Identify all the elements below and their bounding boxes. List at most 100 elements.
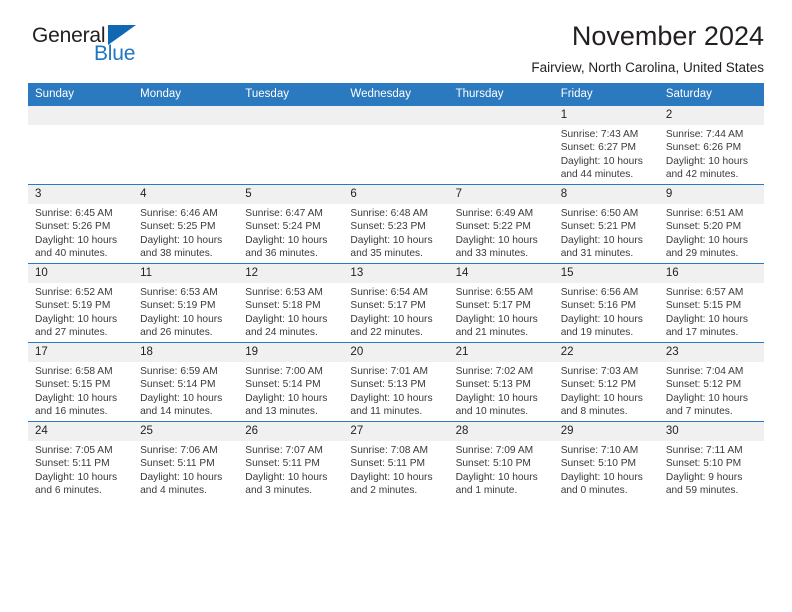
- day-number: 7: [448, 185, 554, 204]
- calendar-day-cell[interactable]: 16 Sunrise: 6:57 AM Sunset: 5:15 PM Dayligh…: [658, 263, 764, 343]
- daylight-text: Daylight: 10 hours and 31 minutes.: [560, 234, 643, 260]
- sunrise-text: Sunrise: 6:54 AM: [350, 287, 429, 298]
- weekday-header-row: Sunday Monday Tuesday Wednesday Thursday…: [28, 83, 764, 106]
- day-sun-info: Sunrise: 7:09 AM Sunset: 5:10 PM Daylight:…: [449, 441, 554, 498]
- title-block: November 2024 Fairview, North Carolina, …: [531, 22, 764, 76]
- calendar-day-cell[interactable]: 11 Sunrise: 6:53 AM Sunset: 5:19 PM Dayligh…: [133, 263, 239, 343]
- calendar-week-row: 3 Sunrise: 6:45 AM Sunset: 5:26 PM Daylight…: [28, 184, 764, 264]
- calendar-day-cell[interactable]: 15 Sunrise: 6:56 AM Sunset: 5:16 PM Dayligh…: [553, 263, 659, 343]
- weekday-header-thursday: Thursday: [448, 83, 554, 106]
- sunset-text: Sunset: 6:26 PM: [665, 142, 742, 154]
- calendar-day-cell[interactable]: 14 Sunrise: 6:55 AM Sunset: 5:17 PM Dayligh…: [448, 263, 554, 343]
- calendar-day-cell[interactable]: 26 Sunrise: 7:07 AM Sunset: 5:11 PM Dayligh…: [238, 421, 344, 500]
- calendar-day-cell[interactable]: 8 Sunrise: 6:50 AM Sunset: 5:21 PM Daylight…: [553, 184, 659, 264]
- calendar-day-cell[interactable]: 4 Sunrise: 6:46 AM Sunset: 5:25 PM Daylight…: [133, 184, 239, 264]
- sunset-text: Sunset: 5:11 PM: [245, 458, 320, 470]
- calendar-day-cell[interactable]: 21 Sunrise: 7:02 AM Sunset: 5:13 PM Dayligh…: [448, 342, 554, 422]
- day-sun-info: Sunrise: 6:58 AM Sunset: 5:15 PM Daylight:…: [28, 362, 133, 419]
- day-sun-info: Sunrise: 7:02 AM Sunset: 5:13 PM Daylight:…: [449, 362, 554, 419]
- daylight-text: Daylight: 10 hours and 13 minutes.: [245, 392, 328, 418]
- sunset-text: Sunset: 5:21 PM: [560, 221, 637, 233]
- calendar-day-cell[interactable]: 13 Sunrise: 6:54 AM Sunset: 5:17 PM Dayligh…: [343, 263, 449, 343]
- weekday-header-friday: Friday: [553, 83, 659, 106]
- calendar-day-cell[interactable]: 3 Sunrise: 6:45 AM Sunset: 5:26 PM Daylight…: [28, 184, 134, 264]
- day-sun-info: Sunrise: 7:08 AM Sunset: 5:11 PM Daylight:…: [343, 441, 448, 498]
- calendar-day-cell[interactable]: 5 Sunrise: 6:47 AM Sunset: 5:24 PM Daylight…: [238, 184, 344, 264]
- calendar-week-row: 17 Sunrise: 6:58 AM Sunset: 5:15 PM Dayligh…: [28, 342, 764, 422]
- calendar-day-cell[interactable]: 22 Sunrise: 7:03 AM Sunset: 5:12 PM Dayligh…: [553, 342, 659, 422]
- sunrise-text: Sunrise: 7:11 AM: [665, 445, 743, 456]
- day-sun-info: Sunrise: 7:43 AM Sunset: 6:27 PM Daylight:…: [554, 125, 659, 182]
- brand-logo[interactable]: General Blue: [32, 24, 232, 72]
- calendar-day-cell[interactable]: 27 Sunrise: 7:08 AM Sunset: 5:11 PM Dayligh…: [343, 421, 449, 500]
- daylight-text: Daylight: 10 hours and 14 minutes.: [140, 392, 223, 418]
- calendar-cell-empty: [28, 105, 134, 185]
- calendar-day-cell[interactable]: 6 Sunrise: 6:48 AM Sunset: 5:23 PM Daylight…: [343, 184, 449, 264]
- day-number: 4: [133, 185, 239, 204]
- sunrise-text: Sunrise: 6:58 AM: [35, 366, 113, 377]
- sunrise-text: Sunrise: 6:59 AM: [140, 366, 218, 377]
- calendar-day-cell[interactable]: 18 Sunrise: 6:59 AM Sunset: 5:14 PM Dayligh…: [133, 342, 239, 422]
- calendar-day-cell[interactable]: 12 Sunrise: 6:53 AM Sunset: 5:18 PM Dayligh…: [238, 263, 344, 343]
- sunrise-text: Sunrise: 6:55 AM: [455, 287, 534, 298]
- weekday-header-tuesday: Tuesday: [238, 83, 344, 106]
- calendar-day-cell[interactable]: 23 Sunrise: 7:04 AM Sunset: 5:12 PM Dayligh…: [658, 342, 764, 422]
- day-sun-info: Sunrise: 7:05 AM Sunset: 5:11 PM Daylight:…: [28, 441, 133, 498]
- calendar-cell-empty: [343, 105, 449, 185]
- location-subtitle: Fairview, North Carolina, United States: [531, 60, 764, 76]
- sunset-text: Sunset: 5:25 PM: [140, 221, 216, 233]
- day-number: 24: [28, 422, 134, 441]
- sunrise-text: Sunrise: 6:52 AM: [35, 287, 113, 298]
- sunset-text: Sunset: 5:19 PM: [35, 300, 111, 312]
- calendar-day-cell[interactable]: 1 Sunrise: 7:43 AM Sunset: 6:27 PM Daylight…: [553, 105, 659, 185]
- sunrise-text: Sunrise: 6:50 AM: [560, 208, 639, 219]
- calendar-day-cell[interactable]: 28 Sunrise: 7:09 AM Sunset: 5:10 PM Dayligh…: [448, 421, 554, 500]
- daylight-text: Daylight: 10 hours and 2 minutes.: [350, 471, 433, 497]
- sunrise-text: Sunrise: 6:48 AM: [350, 208, 429, 219]
- day-sun-info: Sunrise: 6:53 AM Sunset: 5:18 PM Daylight:…: [238, 283, 343, 340]
- calendar-day-cell[interactable]: 2 Sunrise: 7:44 AM Sunset: 6:26 PM Daylight…: [658, 105, 764, 185]
- sunrise-text: Sunrise: 6:57 AM: [665, 287, 744, 298]
- sunset-text: Sunset: 5:11 PM: [35, 458, 110, 470]
- sunrise-text: Sunrise: 7:07 AM: [245, 445, 323, 456]
- sunset-text: Sunset: 5:18 PM: [245, 300, 321, 312]
- calendar-day-cell[interactable]: 17 Sunrise: 6:58 AM Sunset: 5:15 PM Dayligh…: [28, 342, 134, 422]
- day-number: [343, 106, 449, 125]
- calendar-day-cell[interactable]: 24 Sunrise: 7:05 AM Sunset: 5:11 PM Dayligh…: [28, 421, 134, 500]
- weekday-header-monday: Monday: [133, 83, 239, 106]
- sunrise-text: Sunrise: 7:06 AM: [140, 445, 218, 456]
- weekday-header-sunday: Sunday: [28, 83, 134, 106]
- sunset-text: Sunset: 5:10 PM: [455, 458, 531, 470]
- calendar-day-cell[interactable]: 9 Sunrise: 6:51 AM Sunset: 5:20 PM Daylight…: [658, 184, 764, 264]
- sunset-text: Sunset: 5:10 PM: [665, 458, 742, 470]
- day-sun-info: Sunrise: 7:00 AM Sunset: 5:14 PM Daylight:…: [238, 362, 343, 419]
- day-number: 29: [553, 422, 659, 441]
- calendar-day-cell[interactable]: 20 Sunrise: 7:01 AM Sunset: 5:13 PM Dayligh…: [343, 342, 449, 422]
- sunset-text: Sunset: 5:11 PM: [350, 458, 425, 470]
- day-number: 26: [238, 422, 344, 441]
- day-number: 15: [553, 264, 659, 283]
- daylight-text: Daylight: 10 hours and 22 minutes.: [350, 313, 433, 339]
- sunset-text: Sunset: 5:26 PM: [35, 221, 111, 233]
- calendar-page: General Blue November 2024 Fairview, Nor…: [0, 0, 792, 612]
- calendar-day-cell[interactable]: 19 Sunrise: 7:00 AM Sunset: 5:14 PM Dayligh…: [238, 342, 344, 422]
- daylight-text: Daylight: 9 hours and 59 minutes.: [665, 471, 743, 497]
- sunrise-text: Sunrise: 6:49 AM: [455, 208, 534, 219]
- calendar-day-cell[interactable]: 10 Sunrise: 6:52 AM Sunset: 5:19 PM Dayligh…: [28, 263, 134, 343]
- sunrise-text: Sunrise: 7:05 AM: [35, 445, 113, 456]
- day-sun-info: Sunrise: 6:46 AM Sunset: 5:25 PM Daylight:…: [133, 204, 238, 261]
- day-number: 22: [553, 343, 659, 362]
- sunset-text: Sunset: 5:14 PM: [245, 379, 321, 391]
- day-number: 17: [28, 343, 134, 362]
- calendar-day-cell[interactable]: 7 Sunrise: 6:49 AM Sunset: 5:22 PM Daylight…: [448, 184, 554, 264]
- weekday-header-saturday: Saturday: [658, 83, 764, 106]
- calendar-day-cell[interactable]: 30 Sunrise: 7:11 AM Sunset: 5:10 PM Dayligh…: [658, 421, 764, 500]
- sunset-text: Sunset: 5:24 PM: [245, 221, 321, 233]
- calendar-day-cell[interactable]: 29 Sunrise: 7:10 AM Sunset: 5:10 PM Dayligh…: [553, 421, 659, 500]
- day-number: 1: [553, 106, 659, 125]
- daylight-text: Daylight: 10 hours and 11 minutes.: [350, 392, 433, 418]
- daylight-text: Daylight: 10 hours and 8 minutes.: [560, 392, 643, 418]
- day-sun-info: Sunrise: 6:47 AM Sunset: 5:24 PM Daylight:…: [238, 204, 343, 261]
- calendar-day-cell[interactable]: 25 Sunrise: 7:06 AM Sunset: 5:11 PM Dayligh…: [133, 421, 239, 500]
- brand-name-blue: Blue: [94, 42, 136, 65]
